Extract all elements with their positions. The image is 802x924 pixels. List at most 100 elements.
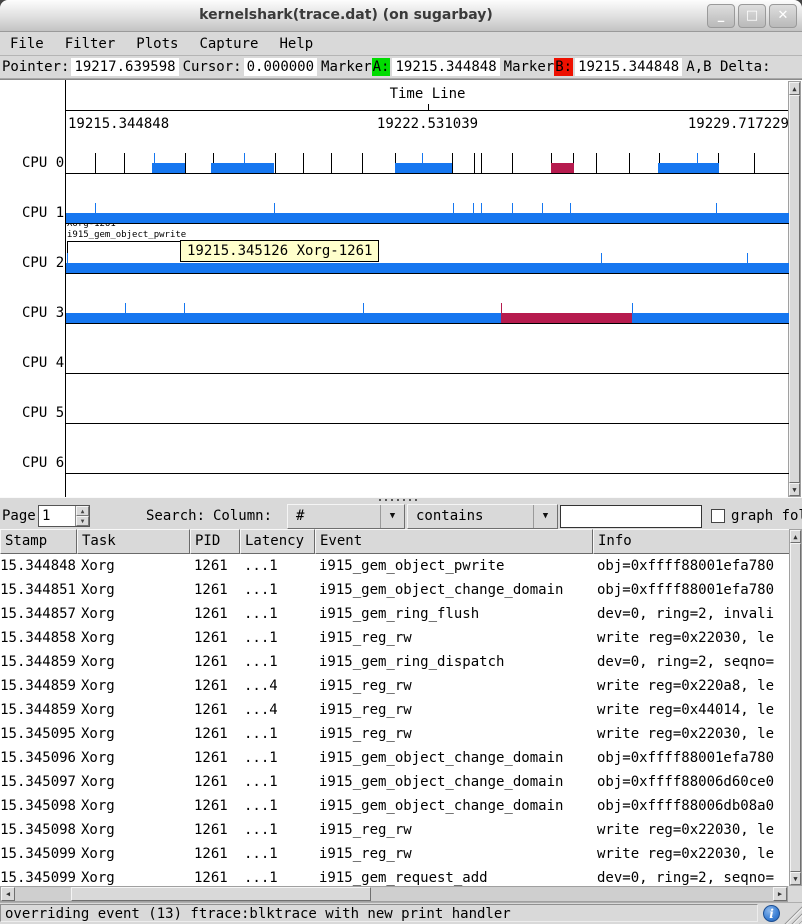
timeline-graph-pane[interactable]: Time Line 19215.344848 19222.531039 1922… xyxy=(0,79,802,498)
cell-task: Xorg xyxy=(77,602,190,626)
task-bar[interactable] xyxy=(501,313,632,323)
menu-item-plots[interactable]: Plots xyxy=(126,34,189,54)
marker-a-value: 19215.344848 xyxy=(392,58,499,76)
spin-down-icon[interactable]: ▼ xyxy=(76,516,89,526)
chevron-down-icon[interactable]: ▼ xyxy=(380,505,404,528)
menu-item-help[interactable]: Help xyxy=(269,34,324,54)
cell-stamp: 19215.345098 xyxy=(0,818,77,842)
page-value: 1 xyxy=(42,508,50,524)
table-row[interactable]: 19215.345098Xorg1261...1i915_reg_rwwrite… xyxy=(0,818,789,842)
task-bar[interactable] xyxy=(658,163,719,173)
table-scrollbar-thumb[interactable] xyxy=(790,543,801,872)
cell-latency: ...1 xyxy=(240,602,315,626)
cell-latency: ...1 xyxy=(240,722,315,746)
cell-latency: ...1 xyxy=(240,842,315,866)
cpu-row-3[interactable]: CPU 3 xyxy=(0,274,802,324)
minimize-button[interactable]: _ xyxy=(707,4,735,28)
cell-latency: ...1 xyxy=(240,650,315,674)
chevron-down-icon[interactable]: ▼ xyxy=(533,505,557,528)
table-row[interactable]: 19215.345096Xorg1261...1i915_gem_object_… xyxy=(0,746,789,770)
scroll-down-icon[interactable]: ▼ xyxy=(790,872,801,885)
table-row[interactable]: 19215.344859Xorg1261...4i915_reg_rwwrite… xyxy=(0,698,789,722)
cpu-row-6[interactable]: CPU 6 xyxy=(0,424,802,474)
spin-up-icon[interactable]: ▲ xyxy=(76,506,89,516)
cell-pid: 1261 xyxy=(190,578,240,602)
search-input[interactable] xyxy=(560,505,702,528)
scroll-down-icon[interactable]: ▼ xyxy=(789,483,800,496)
titlebar[interactable]: kernelshark(trace.dat) (on sugarbay) _ □… xyxy=(0,0,802,32)
table-row[interactable]: 19215.344857Xorg1261...1i915_gem_ring_fl… xyxy=(0,602,789,626)
cell-stamp: 19215.345095 xyxy=(0,722,77,746)
table-horizontal-scrollbar[interactable]: ◀ ▶ xyxy=(0,886,788,902)
table-row[interactable]: 19215.344859Xorg1261...4i915_reg_rwwrite… xyxy=(0,674,789,698)
cell-pid: 1261 xyxy=(190,866,240,886)
page-label: Page xyxy=(2,508,36,524)
cell-pid: 1261 xyxy=(190,650,240,674)
table-vertical-scrollbar[interactable]: ▲ ▼ xyxy=(789,529,802,886)
scroll-up-icon[interactable]: ▲ xyxy=(789,82,800,95)
table-row[interactable]: 19215.344851Xorg1261...1i915_gem_object_… xyxy=(0,578,789,602)
info-icon[interactable]: i xyxy=(763,905,780,922)
menu-item-capture[interactable]: Capture xyxy=(189,34,269,54)
scroll-right-icon[interactable]: ▶ xyxy=(773,887,787,901)
column-header-event[interactable]: Event xyxy=(315,529,593,554)
graph-tooltip: 19215.345126 Xorg-1261 xyxy=(180,240,379,262)
task-bar[interactable] xyxy=(395,163,452,173)
cpu-row-1[interactable]: CPU 1 xyxy=(0,174,802,224)
maximize-button[interactable]: □ xyxy=(738,4,766,28)
table-row[interactable]: 19215.344859Xorg1261...1i915_gem_ring_di… xyxy=(0,650,789,674)
close-button[interactable]: ✕ xyxy=(769,4,797,28)
column-select[interactable]: # ▼ xyxy=(287,504,405,529)
cpu-row-2[interactable]: CPU 2 xyxy=(0,224,802,274)
table-row[interactable]: 19215.345099Xorg1261...1i915_reg_rwwrite… xyxy=(0,842,789,866)
task-bar[interactable] xyxy=(66,263,789,273)
cell-event: i915_gem_object_change_domain xyxy=(315,746,593,770)
column-header-stamp[interactable]: Stamp xyxy=(0,529,77,554)
cell-stamp: 19215.344851 xyxy=(0,578,77,602)
task-bar[interactable] xyxy=(66,313,789,323)
cpu-row-5[interactable]: CPU 5 xyxy=(0,374,802,424)
marker-a-badge[interactable]: A: xyxy=(372,58,391,76)
page-spinner[interactable]: 1 ▲ ▼ xyxy=(38,505,90,527)
task-bar[interactable] xyxy=(152,163,185,173)
cell-latency: ...4 xyxy=(240,698,315,722)
cell-task: Xorg xyxy=(77,818,190,842)
resize-grip-icon[interactable] xyxy=(784,906,802,924)
marker-b-badge[interactable]: B: xyxy=(554,58,573,76)
table-row[interactable]: 19215.344848Xorg1261...1i915_gem_object_… xyxy=(0,554,789,578)
cell-event: i915_reg_rw xyxy=(315,698,593,722)
table-row[interactable]: 19215.344858Xorg1261...1i915_reg_rwwrite… xyxy=(0,626,789,650)
cpu-label: CPU 0 xyxy=(22,155,64,171)
task-bar[interactable] xyxy=(211,163,274,173)
match-select[interactable]: contains ▼ xyxy=(407,504,558,529)
task-bar[interactable] xyxy=(551,163,573,173)
cpu-row-0[interactable]: CPU 0 xyxy=(0,124,802,174)
hscrollbar-thumb[interactable] xyxy=(71,887,371,901)
menu-item-file[interactable]: File xyxy=(0,34,55,54)
cell-latency: ...1 xyxy=(240,626,315,650)
column-header-task[interactable]: Task xyxy=(77,529,190,554)
column-header-info[interactable]: Info xyxy=(593,529,802,554)
cell-task: Xorg xyxy=(77,722,190,746)
cell-task: Xorg xyxy=(77,674,190,698)
table-row[interactable]: 19215.345095Xorg1261...1i915_reg_rwwrite… xyxy=(0,722,789,746)
table-row[interactable]: 19215.345097Xorg1261...1i915_gem_object_… xyxy=(0,770,789,794)
scroll-up-icon[interactable]: ▲ xyxy=(790,530,801,543)
pointer-value: 19217.639598 xyxy=(71,58,178,76)
timeline-title: Time Line xyxy=(66,86,789,102)
table-row[interactable]: 19215.345098Xorg1261...1i915_gem_object_… xyxy=(0,794,789,818)
column-header-pid[interactable]: PID xyxy=(190,529,240,554)
scroll-left-icon[interactable]: ◀ xyxy=(1,887,15,901)
task-bar[interactable] xyxy=(66,213,789,223)
cell-event: i915_reg_rw xyxy=(315,818,593,842)
table-header: StampTaskPIDLatencyEventInfo xyxy=(0,529,802,554)
cell-pid: 1261 xyxy=(190,698,240,722)
cell-latency: ...4 xyxy=(240,674,315,698)
table-row[interactable]: 19215.345099Xorg1261...1i915_gem_request… xyxy=(0,866,789,886)
graph-follows-checkbox[interactable] xyxy=(711,509,725,523)
cpu-row-4[interactable]: CPU 4 xyxy=(0,324,802,374)
marker-b-value: 19215.344848 xyxy=(575,58,682,76)
menu-item-filter[interactable]: Filter xyxy=(55,34,127,54)
column-header-latency[interactable]: Latency xyxy=(240,529,315,554)
cell-task: Xorg xyxy=(77,866,190,886)
